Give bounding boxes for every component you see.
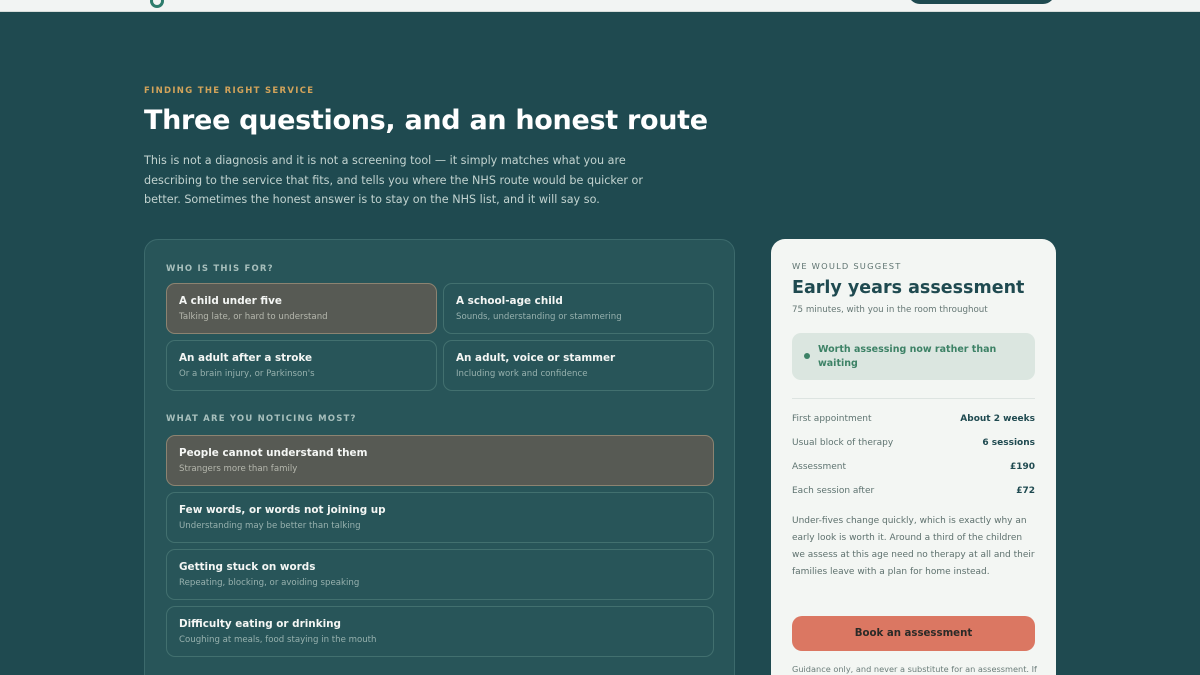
fact-row-assessment-price: Assessment £190: [792, 462, 1035, 476]
intro-paragraph: This is not a diagnosis and it is not a …: [144, 154, 643, 206]
suggestion-description: Under-fives change quickly, which is exa…: [792, 516, 1035, 577]
fact-row-first-appointment: First appointment About 2 weeks: [792, 414, 1035, 428]
option-eating-drinking[interactable]: Difficulty eating or drinking Coughing a…: [166, 606, 714, 657]
suggestion-subtitle: 75 minutes, with you in the room through…: [792, 305, 988, 315]
nav-cta-button[interactable]: [908, 0, 1055, 4]
option-subtitle: Understanding may be better than talking: [179, 521, 361, 531]
option-subtitle: Sounds, understanding or stammering: [456, 312, 622, 322]
book-assessment-button[interactable]: Book an assessment: [792, 616, 1035, 651]
option-title: Getting stuck on words: [179, 561, 316, 573]
option-subtitle: Talking late, or hard to understand: [179, 312, 328, 322]
option-title: A child under five: [179, 295, 282, 307]
option-few-words[interactable]: Few words, or words not joining up Under…: [166, 492, 714, 543]
option-subtitle: Repeating, blocking, or avoiding speakin…: [179, 578, 360, 588]
advice-badge: Worth assessing now rather than waiting: [792, 333, 1035, 380]
option-child-under-five[interactable]: A child under five Talking late, or hard…: [166, 283, 437, 334]
fact-value: £72: [1016, 486, 1035, 496]
option-cannot-understand[interactable]: People cannot understand them Strangers …: [166, 435, 714, 486]
suggestion-title: Early years assessment: [792, 278, 1025, 298]
option-school-age-child[interactable]: A school-age child Sounds, understanding…: [443, 283, 714, 334]
fact-value: About 2 weeks: [960, 414, 1035, 424]
fact-label: First appointment: [792, 414, 872, 424]
fact-value: 6 sessions: [982, 438, 1035, 448]
option-subtitle: Or a brain injury, or Parkinson's: [179, 369, 315, 379]
section-eyebrow: FINDING THE RIGHT SERVICE: [144, 86, 315, 96]
status-dot-icon: [804, 353, 810, 359]
suggestion-card: WE WOULD SUGGEST Early years assessment …: [771, 239, 1056, 675]
option-title: A school-age child: [456, 295, 563, 307]
fact-label: Each session after: [792, 486, 875, 496]
option-stuck-on-words[interactable]: Getting stuck on words Repeating, blocki…: [166, 549, 714, 600]
page-title: Three questions, and an honest route: [144, 105, 708, 136]
fact-row-therapy-block: Usual block of therapy 6 sessions: [792, 438, 1035, 452]
divider: [792, 398, 1035, 399]
option-title: People cannot understand them: [179, 447, 368, 459]
option-title: Difficulty eating or drinking: [179, 618, 341, 630]
option-adult-after-stroke[interactable]: An adult after a stroke Or a brain injur…: [166, 340, 437, 391]
advice-text: Worth assessing now rather than waiting: [818, 344, 997, 369]
option-subtitle: Strangers more than family: [179, 464, 298, 474]
questionnaire-card: WHO IS THIS FOR? A child under five Talk…: [144, 239, 735, 675]
fact-value: £190: [1009, 462, 1035, 472]
guidance-footnote: Guidance only, and never a substitute fo…: [792, 664, 1037, 674]
suggestion-eyebrow: WE WOULD SUGGEST: [792, 261, 902, 271]
noticing-question-label: WHAT ARE YOU NOTICING MOST?: [166, 414, 357, 424]
option-title: An adult after a stroke: [179, 352, 313, 364]
option-title: Few words, or words not joining up: [179, 504, 386, 516]
fact-label: Assessment: [792, 462, 846, 472]
option-subtitle: Including work and confidence: [456, 369, 588, 379]
option-title: An adult, voice or stammer: [456, 352, 616, 364]
option-subtitle: Coughing at meals, food staying in the m…: [179, 635, 377, 645]
option-adult-voice-stammer[interactable]: An adult, voice or stammer Including wor…: [443, 340, 714, 391]
fact-label: Usual block of therapy: [792, 438, 894, 448]
logo-icon[interactable]: [150, 0, 164, 8]
who-question-label: WHO IS THIS FOR?: [166, 264, 274, 274]
top-nav-bar: [0, 0, 1200, 12]
fact-row-session-price: Each session after £72: [792, 486, 1035, 500]
